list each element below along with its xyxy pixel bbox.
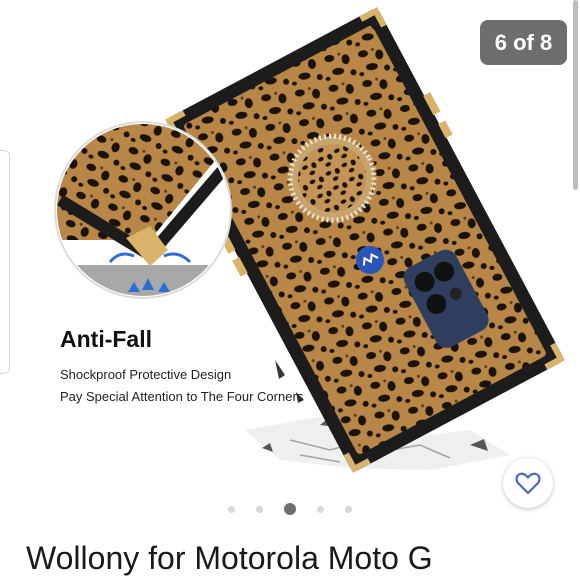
product-image-gallery[interactable]: Anti-Fall Shockproof Protective Design P… bbox=[0, 0, 580, 530]
scrollbar-track[interactable] bbox=[570, 0, 580, 530]
carousel-indicator bbox=[228, 500, 352, 518]
feature-line-1: Shockproof Protective Design bbox=[60, 367, 232, 382]
image-counter-badge: 6 of 8 bbox=[480, 20, 567, 65]
carousel-dot[interactable] bbox=[228, 505, 235, 513]
carousel-dot[interactable] bbox=[345, 505, 352, 513]
product-title: Wollony for Motorola Moto G bbox=[26, 540, 433, 576]
product-image bbox=[54, 7, 565, 473]
carousel-dot-active[interactable] bbox=[284, 503, 296, 515]
scrollbar-thumb[interactable] bbox=[573, 0, 578, 190]
favorite-button[interactable] bbox=[503, 458, 553, 508]
feature-title: Anti-Fall bbox=[60, 326, 152, 352]
heart-outline-icon bbox=[515, 472, 541, 495]
carousel-dot[interactable] bbox=[256, 505, 263, 513]
feature-line-2: Pay Special Attention to The Four Corner… bbox=[60, 389, 304, 404]
carousel-dot[interactable] bbox=[317, 505, 324, 513]
